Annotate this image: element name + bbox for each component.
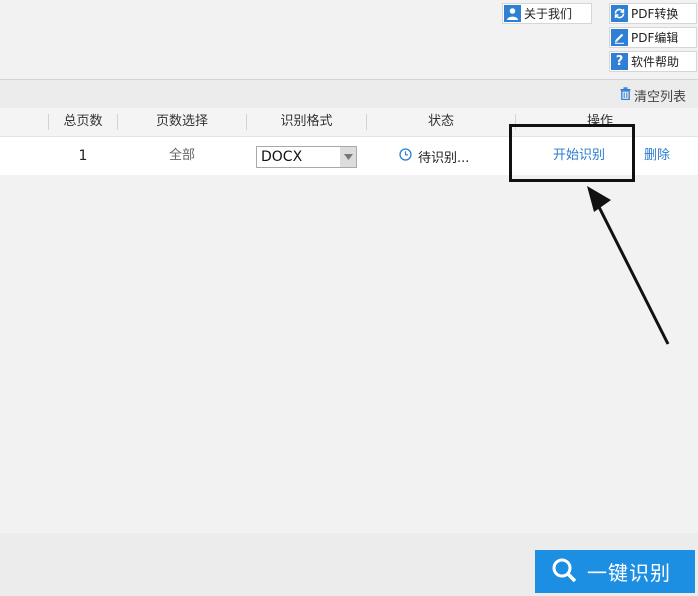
software-help-label: 软件帮助 [631, 55, 680, 69]
about-us-button[interactable]: 关于我们 [502, 3, 592, 24]
status-text: 待识别... [418, 150, 470, 166]
user-icon [504, 5, 521, 22]
chevron-down-icon[interactable] [340, 147, 356, 167]
cell-total-pages: 1 [78, 148, 88, 164]
pencil-icon [611, 29, 628, 46]
trash-icon [620, 87, 631, 104]
clear-list-label: 清空列表 [633, 90, 686, 105]
pdf-convert-button[interactable]: PDF转换 [609, 3, 697, 24]
format-select-value: DOCX [261, 149, 303, 165]
top-header: 关于我们 PDF转换 PDF编辑 ? 软件帮助 [0, 0, 698, 80]
one-click-recognize-button[interactable]: 一键识别 [535, 550, 695, 593]
status-cell: 待识别... [399, 137, 469, 175]
one-click-recognize-label: 一键识别 [587, 561, 671, 585]
delete-link[interactable]: 删除 [640, 137, 674, 175]
pdf-edit-label: PDF编辑 [631, 31, 679, 45]
software-help-button[interactable]: ? 软件帮助 [609, 51, 697, 72]
column-header-format: 识别格式 [280, 114, 333, 129]
refresh-icon [611, 5, 628, 22]
pdf-edit-button[interactable]: PDF编辑 [609, 27, 697, 48]
column-header-page-selection: 页数选择 [155, 114, 208, 129]
format-select[interactable]: DOCX [256, 146, 357, 168]
cell-page-selection: 全部 [168, 148, 195, 163]
column-header-actions: 操作 [586, 114, 613, 129]
list-toolbar: 清空列表 [0, 80, 698, 108]
table-header: 总页数 页数选择 识别格式 状态 操作 [0, 108, 698, 137]
column-header-status: 状态 [427, 114, 454, 129]
clock-icon [399, 147, 412, 165]
clear-list-button[interactable]: 清空列表 [620, 86, 686, 105]
pdf-convert-label: PDF转换 [631, 7, 679, 21]
about-us-label: 关于我们 [524, 7, 573, 21]
question-icon: ? [611, 53, 628, 70]
search-icon [551, 557, 577, 587]
table-row: 1 全部 DOCX 待识别... 开始识别 删除 [0, 137, 698, 175]
start-recognition-link[interactable]: 开始识别 [545, 137, 613, 175]
column-header-total-pages: 总页数 [63, 114, 103, 129]
